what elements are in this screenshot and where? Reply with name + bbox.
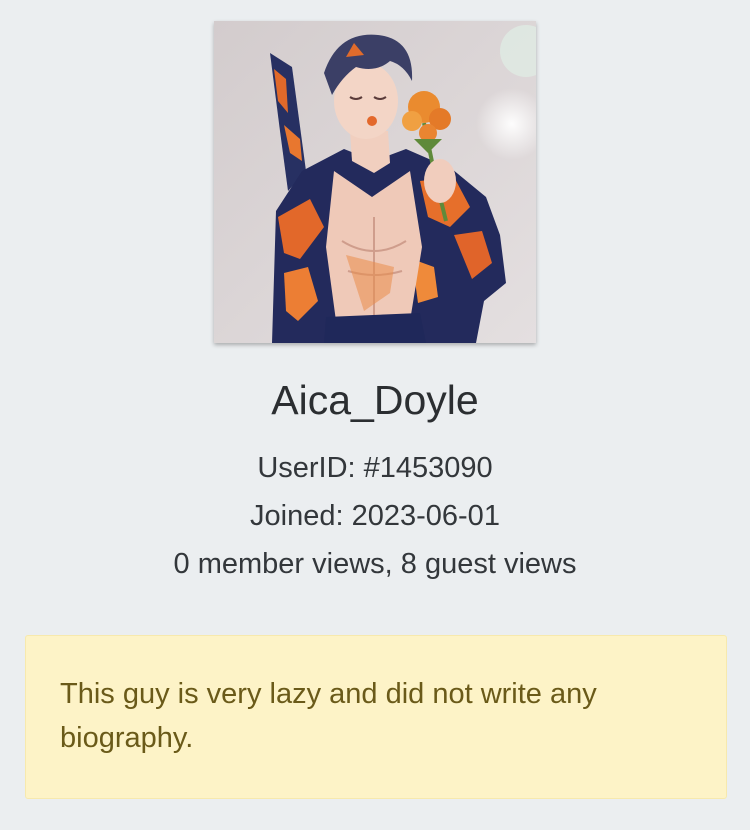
avatar-illustration-icon: [214, 21, 536, 343]
joined-date-text: Joined: 2023-06-01: [250, 500, 500, 532]
biography-text: This guy is very lazy and did not write …: [60, 678, 597, 754]
user-profile: Aica_Doyle UserID: #1453090 Joined: 2023…: [0, 0, 750, 830]
view-count-text: 0 member views, 8 guest views: [173, 548, 577, 580]
biography-box: This guy is very lazy and did not write …: [25, 635, 727, 799]
username: Aica_Doyle: [271, 377, 479, 423]
avatar[interactable]: [214, 21, 536, 343]
user-id-text: UserID: #1453090: [257, 452, 493, 484]
